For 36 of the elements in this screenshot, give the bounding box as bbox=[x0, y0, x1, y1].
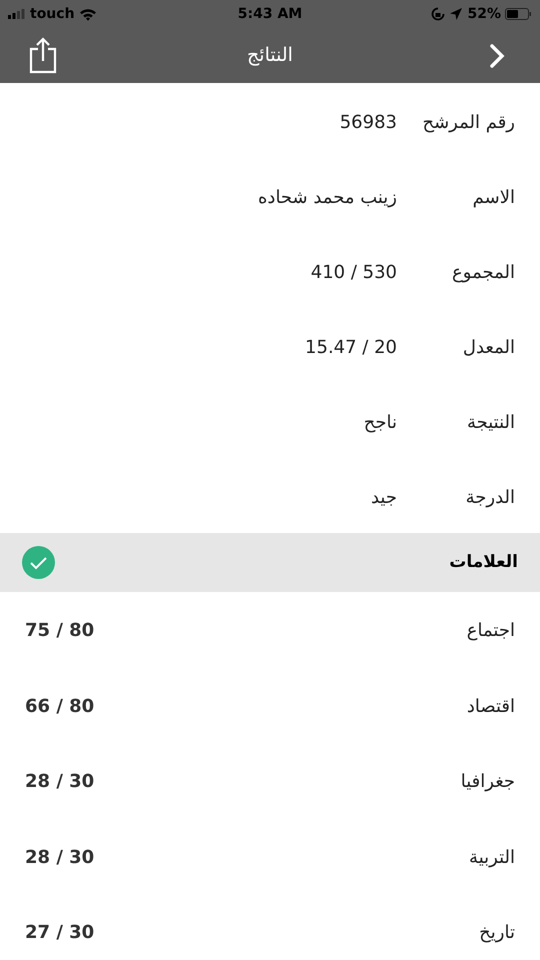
share-button[interactable] bbox=[28, 36, 58, 76]
signal-icon bbox=[8, 9, 26, 19]
subject-score: 28 / 30 bbox=[25, 846, 94, 870]
check-circle-icon bbox=[22, 546, 55, 579]
carrier-name: touch bbox=[30, 4, 75, 24]
detail-value: 410 / 530 bbox=[310, 261, 397, 285]
battery-percent: 52% bbox=[467, 4, 501, 24]
location-arrow-icon bbox=[449, 7, 464, 21]
detail-label: رقم المرشح bbox=[421, 111, 515, 135]
subject-name: اقتصاد bbox=[466, 694, 515, 719]
wifi-icon bbox=[78, 8, 97, 20]
subject-name: تاريخ bbox=[479, 921, 515, 946]
detail-label: الاسم bbox=[472, 186, 515, 210]
detail-value: ناجح bbox=[364, 411, 397, 435]
detail-value: جيد bbox=[370, 486, 397, 510]
detail-label: المجموع bbox=[451, 261, 515, 285]
share-icon bbox=[29, 37, 57, 74]
detail-value: 15.47 / 20 bbox=[305, 336, 397, 360]
rotation-lock-icon bbox=[431, 7, 446, 21]
section-title: العلامات bbox=[449, 550, 518, 574]
detail-value: 56983 bbox=[340, 111, 397, 135]
screen-title: النتائج bbox=[247, 43, 293, 68]
detail-label: الدرجة bbox=[464, 486, 515, 510]
subject-score: 27 / 30 bbox=[25, 921, 94, 946]
subject-name: التربية bbox=[469, 846, 515, 870]
subject-name: اجتماع bbox=[466, 619, 515, 644]
detail-label: النتيجة bbox=[466, 411, 515, 435]
battery-icon bbox=[505, 8, 532, 20]
subject-score: 75 / 80 bbox=[25, 619, 94, 644]
subject-name: جغرافيا bbox=[460, 770, 515, 794]
detail-value: زينب محمد شحاده bbox=[258, 186, 397, 210]
subject-score: 28 / 30 bbox=[25, 770, 94, 794]
chevron-right-icon bbox=[488, 42, 505, 68]
status-time: 5:43 AM bbox=[238, 4, 302, 24]
subject-score: 66 / 80 bbox=[25, 694, 94, 719]
detail-label: المعدل bbox=[462, 336, 515, 360]
